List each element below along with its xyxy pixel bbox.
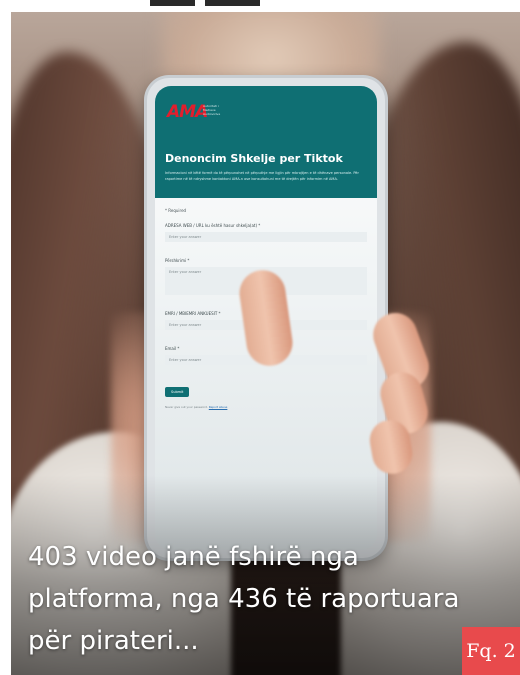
form-description: Informacioni në këtë formë do të përpuno… xyxy=(165,171,359,181)
top-strip xyxy=(150,0,260,6)
question-label-description: Përshkrimi * xyxy=(165,258,190,263)
submit-button[interactable]: Submit xyxy=(165,387,190,397)
url-input[interactable]: Enter your answer xyxy=(165,232,367,242)
form-title: Denoncim Shkelje per Tiktok xyxy=(165,152,343,165)
page-badge: Fq. 2 xyxy=(462,627,520,675)
policy-note: Never give out your password. Report abu… xyxy=(165,405,367,409)
required-note: * Required xyxy=(165,208,187,213)
top-strip-gap xyxy=(195,0,205,6)
policy-text: Never give out your password. xyxy=(165,405,208,409)
form-header: AMA Autoriteti i Mediave Audiovizive Den… xyxy=(155,86,377,198)
logo-subtitle: Autoriteti i Mediave Audiovizive xyxy=(203,104,221,116)
headline[interactable]: 403 video janë fshirë nga platforma, nga… xyxy=(28,536,498,662)
policy-link[interactable]: Report abuse xyxy=(209,405,228,409)
ama-logo: AMA xyxy=(167,102,208,122)
news-card[interactable]: AMA Autoriteti i Mediave Audiovizive Den… xyxy=(11,12,520,675)
question-label-url: ADRESA WEB / URL ku është hasur shkelja(… xyxy=(165,223,261,228)
